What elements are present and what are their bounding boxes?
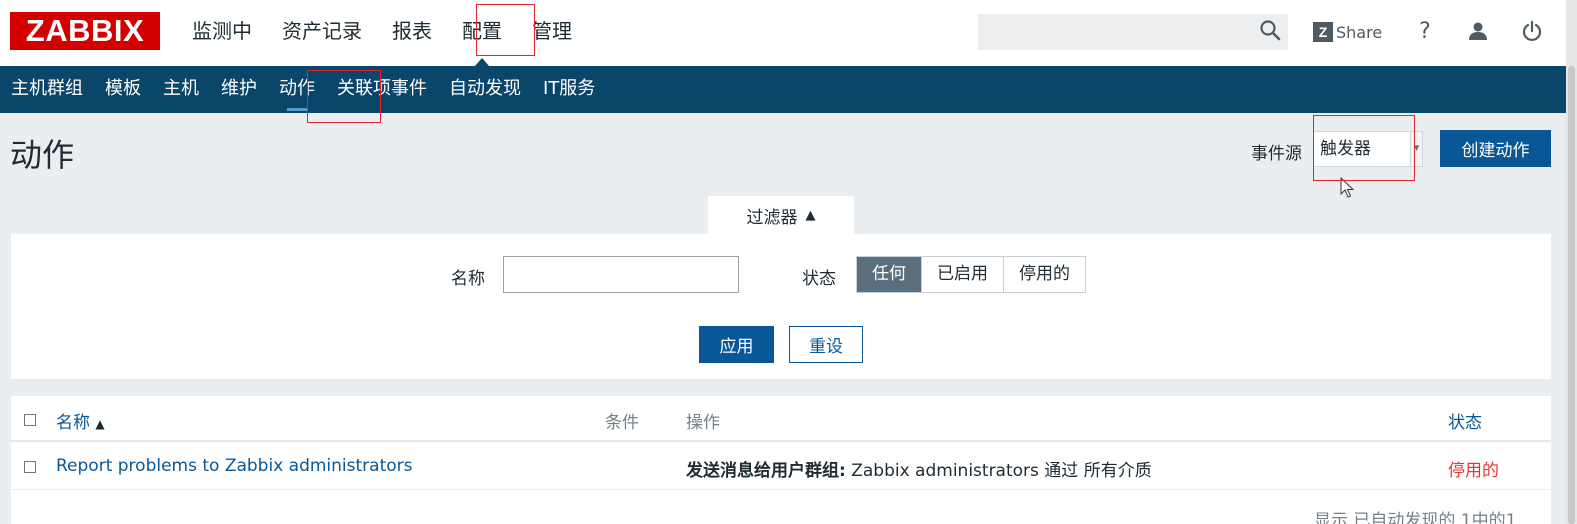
sub-nav-host-groups[interactable]: 主机群组: [0, 66, 94, 113]
main-nav-configuration[interactable]: 配置: [450, 0, 514, 66]
sign-out-icon[interactable]: [1518, 16, 1546, 46]
row-checkbox[interactable]: [24, 461, 36, 473]
sub-nav-event-correlation[interactable]: 关联项事件: [326, 66, 438, 113]
vertical-scrollbar[interactable]: [1566, 0, 1577, 524]
apply-button[interactable]: 应用: [699, 326, 774, 363]
create-action-button[interactable]: 创建动作: [1440, 130, 1551, 167]
status-option-any[interactable]: 任何: [857, 257, 922, 292]
scrollbar-thumb[interactable]: [1568, 66, 1575, 524]
main-nav-inventory[interactable]: 资产记录: [270, 0, 374, 66]
filter-name-label: 名称: [451, 269, 485, 289]
share-label: Share: [1336, 22, 1383, 42]
user-profile-icon[interactable]: [1464, 16, 1492, 46]
status-segmented-control: 任何 已启用 停用的: [856, 256, 1086, 293]
status-option-disabled[interactable]: 停用的: [1004, 257, 1085, 292]
table-footer-count: 显示 已自动发现的 1中的1: [1314, 511, 1517, 524]
filter-name-input[interactable]: [503, 256, 739, 293]
operation-detail: Zabbix administrators 通过 所有介质: [851, 461, 1152, 481]
column-header-operations: 操作: [686, 413, 720, 433]
main-nav-administration[interactable]: 管理: [520, 0, 584, 66]
column-header-status[interactable]: 状态: [1448, 408, 1482, 433]
search-input[interactable]: [978, 14, 1288, 50]
share-button[interactable]: Z Share: [1313, 20, 1382, 44]
sub-nav-templates[interactable]: 模板: [94, 66, 152, 113]
sub-nav-actions[interactable]: 动作: [268, 66, 326, 113]
select-all-checkbox[interactable]: [24, 414, 36, 426]
filter-tab[interactable]: 过滤器 ▲: [708, 196, 854, 234]
column-header-conditions: 条件: [605, 413, 639, 433]
action-name-link[interactable]: Report problems to Zabbix administrators: [56, 456, 413, 476]
table-row: Report problems to Zabbix administrators…: [11, 444, 1551, 490]
main-nav-reports[interactable]: 报表: [380, 0, 444, 66]
column-header-name-label: 名称: [56, 413, 90, 433]
sub-nav-maintenance[interactable]: 维护: [210, 66, 268, 113]
status-toggle-link[interactable]: 停用的: [1448, 456, 1499, 481]
table-header: 名称 ▲ 条件 操作 状态: [11, 396, 1551, 442]
chevron-down-icon: ▾: [1410, 132, 1422, 166]
share-logo-icon: Z: [1313, 22, 1333, 42]
page-title: 动作: [10, 136, 75, 174]
sub-nav-discovery[interactable]: 自动发现: [438, 66, 532, 113]
sub-nav-hosts[interactable]: 主机: [152, 66, 210, 113]
operation-label: 发送消息给用户群组:: [686, 461, 846, 481]
zabbix-logo[interactable]: ZABBIX: [10, 12, 160, 50]
event-source-select[interactable]: 触发器 ▾: [1313, 131, 1423, 167]
main-nav-monitoring[interactable]: 监测中: [180, 0, 264, 66]
search-icon[interactable]: [1258, 18, 1282, 42]
reset-button[interactable]: 重设: [789, 326, 863, 363]
top-header: ZABBIX 监测中 资产记录 报表 配置 管理 Z Share ?: [0, 0, 1577, 66]
event-source-value: 触发器: [1320, 139, 1371, 159]
action-operation: 发送消息给用户群组: Zabbix administrators 通过 所有介质: [686, 456, 1152, 481]
help-icon[interactable]: ?: [1411, 16, 1439, 46]
sort-ascending-icon: ▲: [95, 417, 105, 431]
mouse-cursor-icon: [1340, 177, 1354, 198]
collapse-arrow-icon: ▲: [805, 207, 816, 223]
sub-nav-it-services[interactable]: IT服务: [532, 66, 606, 113]
main-nav: 监测中 资产记录 报表 配置 管理: [180, 0, 590, 66]
filter-panel: 名称 状态 任何 已启用 停用的 应用 重设: [11, 234, 1551, 379]
actions-table: 名称 ▲ 条件 操作 状态 Report problems to Zabbix …: [11, 396, 1551, 524]
column-header-name[interactable]: 名称 ▲: [56, 408, 105, 433]
status-option-enabled[interactable]: 已启用: [922, 257, 1004, 292]
event-source-label: 事件源: [1251, 144, 1302, 164]
sub-nav: 主机群组 模板 主机 维护 动作 关联项事件 自动发现 IT服务: [0, 66, 1566, 113]
filter-status-label: 状态: [802, 269, 836, 289]
filter-tab-label: 过滤器: [746, 207, 798, 228]
